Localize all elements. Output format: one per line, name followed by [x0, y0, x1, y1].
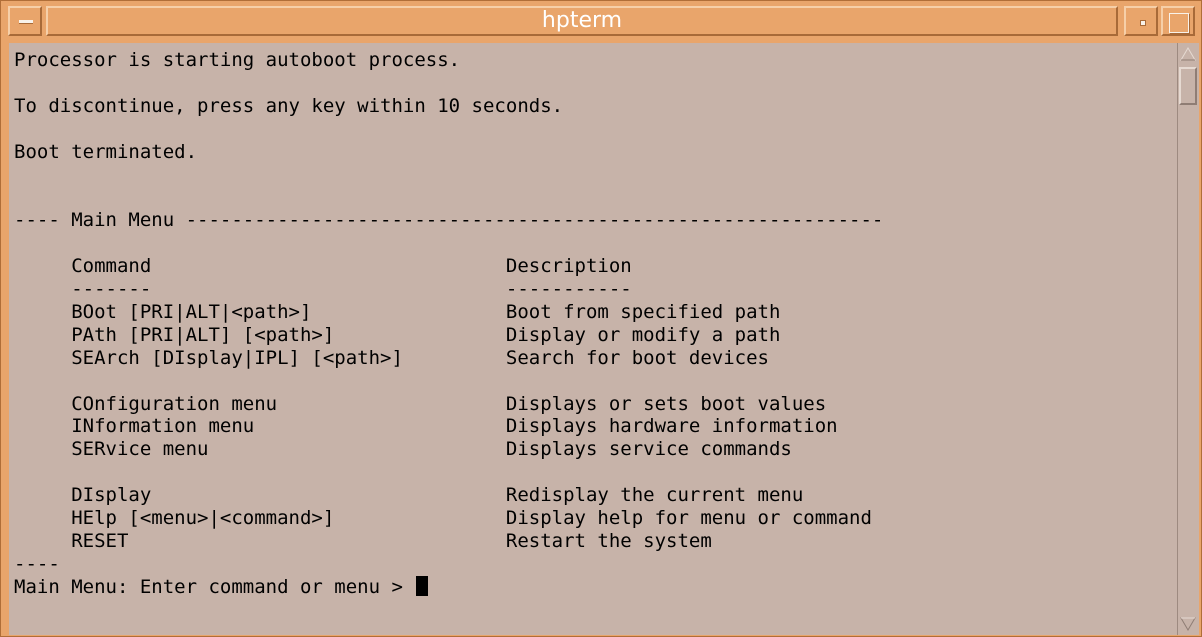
terminal-line: Processor is starting autoboot process.: [14, 49, 461, 71]
command-prompt: Main Menu: Enter command or menu >: [14, 575, 415, 598]
command-prompt-line[interactable]: Main Menu: Enter command or menu >: [9, 575, 1177, 599]
terminal-line: Command Description: [14, 255, 632, 278]
terminal-line: SERvice menu Displays service commands: [14, 438, 792, 461]
terminal-line: RESET Restart the system: [14, 529, 712, 552]
window-menu-bar: [19, 20, 33, 24]
text-cursor: [416, 575, 429, 596]
minimize-dot: [1140, 20, 1146, 26]
terminal-output[interactable]: Processor is starting autoboot process. T…: [9, 43, 1177, 635]
terminal-line: INformation menu Displays hardware infor…: [14, 415, 838, 438]
scroll-down-arrow-icon[interactable]: [1180, 617, 1196, 631]
vertical-scrollbar[interactable]: [1177, 43, 1199, 635]
terminal-line: PAth [PRI|ALT] [<path>] Display or modif…: [14, 323, 781, 346]
title-bar[interactable]: hpterm: [4, 4, 1198, 40]
terminal-line: BOot [PRI|ALT|<path>] Boot from specifie…: [14, 300, 781, 323]
terminal-line: Boot terminated.: [14, 140, 198, 163]
scrollbar-thumb[interactable]: [1179, 67, 1197, 105]
window-title: hpterm: [46, 6, 1118, 36]
maximize-icon[interactable]: [1161, 6, 1195, 36]
terminal-line: HElp [<menu>|<command>] Display help for…: [14, 507, 872, 530]
terminal-line: DIsplay Redisplay the current menu: [14, 484, 804, 507]
terminal-line: COnfiguration menu Displays or sets boot…: [14, 392, 827, 415]
terminal-line: SEArch [DIsplay|IPL] [<path>] Search for…: [14, 346, 769, 369]
terminal-text: Processor is starting autoboot process. T…: [9, 43, 1177, 576]
terminal-line: ----: [14, 552, 60, 575]
terminal-line: ---- Main Menu -------------------------…: [14, 209, 884, 232]
maximize-square: [1169, 13, 1189, 33]
terminal-window: hpterm Processor is starting autoboot pr…: [0, 0, 1202, 637]
terminal-line: To discontinue, press any key within 10 …: [14, 94, 564, 117]
terminal-line: ------- -----------: [14, 277, 632, 300]
window-menu-icon[interactable]: [8, 6, 42, 36]
minimize-icon[interactable]: [1124, 6, 1158, 36]
scroll-up-arrow-icon[interactable]: [1180, 47, 1196, 61]
